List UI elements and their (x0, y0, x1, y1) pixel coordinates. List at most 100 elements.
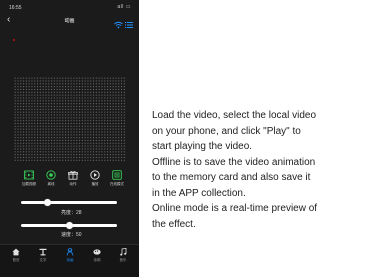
led-pixel (31, 97, 33, 99)
led-pixel (48, 86, 50, 88)
led-pixel (62, 142, 64, 144)
led-pixel (45, 148, 47, 150)
led-pixel (14, 80, 16, 82)
offline-button[interactable]: 离线 (40, 170, 62, 187)
led-pixel (121, 156, 123, 159)
load-video-button[interactable]: 加载视频 (18, 170, 40, 187)
brightness-slider-thumb[interactable] (44, 199, 52, 206)
led-pixel (79, 151, 81, 153)
led-pixel (31, 111, 33, 113)
led-pixel (109, 105, 111, 108)
led-pixel (67, 142, 69, 144)
led-pixel (34, 114, 36, 116)
led-pixel (73, 86, 75, 88)
led-pixel (118, 108, 120, 110)
led-pixel (76, 94, 78, 96)
led-pixel (104, 137, 106, 139)
led-pixel (76, 114, 78, 116)
led-pixel (81, 86, 83, 88)
led-pixel (84, 125, 86, 127)
tab-music[interactable]: 音乐 (110, 248, 136, 263)
action-button[interactable]: 动作 (62, 170, 84, 187)
led-pixel (45, 137, 47, 139)
online-mode-button[interactable]: 在线模式 (106, 170, 128, 187)
led-pixel (39, 117, 41, 119)
led-pixel (34, 142, 36, 144)
led-pixel (53, 128, 55, 130)
led-pixel (73, 105, 75, 108)
led-pixel (56, 148, 58, 150)
led-pixel (28, 131, 30, 133)
led-pixel (23, 100, 25, 102)
led-pixel (42, 80, 44, 82)
led-pixel (93, 122, 95, 125)
led-pixel (59, 137, 61, 139)
tab-animation[interactable]: 动画 (57, 248, 83, 263)
speed-slider[interactable] (21, 222, 117, 229)
led-pixel (87, 142, 89, 144)
led-pixel (28, 91, 30, 93)
led-pixel (101, 105, 103, 108)
led-pixel (14, 103, 16, 105)
led-pixel (81, 83, 83, 85)
led-pixel (28, 86, 30, 88)
tab-home[interactable]: 首页 (3, 248, 29, 263)
wifi-icon[interactable] (114, 16, 123, 34)
led-pixel (73, 134, 75, 136)
led-pixel (56, 100, 58, 102)
led-pixel (73, 91, 75, 93)
led-pixel (20, 151, 22, 153)
nav-bar: ‹ 动画 (0, 14, 139, 29)
led-pixel (76, 91, 78, 93)
play-button[interactable]: 播放 (84, 170, 106, 187)
led-pixel (107, 80, 109, 82)
led-pixel (101, 145, 103, 147)
led-pixel (51, 88, 53, 91)
led-pixel (70, 83, 72, 85)
tab-text[interactable]: 文字 (30, 248, 56, 263)
led-pixel (112, 134, 114, 136)
led-pixel (51, 114, 53, 116)
led-pixel (51, 128, 53, 130)
led-pixel (45, 111, 47, 113)
led-pixel (20, 97, 22, 99)
led-pixel (123, 88, 125, 91)
led-pixel (76, 100, 78, 102)
led-pixel (101, 117, 103, 119)
led-pixel (45, 122, 47, 125)
led-pixel (76, 148, 78, 150)
led-pixel (28, 148, 30, 150)
led-pixel (59, 142, 61, 144)
led-pixel (34, 154, 36, 156)
led-pixel (107, 131, 109, 133)
led-pixel (107, 97, 109, 99)
led-pixel (56, 137, 58, 139)
led-pixel (20, 114, 22, 116)
led-pixel (17, 83, 19, 85)
led-pixel (123, 154, 125, 156)
led-pixel (70, 137, 72, 139)
led-pixel (42, 77, 44, 79)
led-pixel (104, 80, 106, 82)
led-pixel (51, 156, 53, 159)
brightness-slider[interactable] (21, 199, 117, 206)
tab-graffiti[interactable]: 涂鸦 (84, 248, 110, 263)
speed-slider-thumb[interactable] (65, 222, 73, 229)
led-pixel (67, 77, 69, 79)
led-pixel (93, 131, 95, 133)
led-pixel (118, 117, 120, 119)
led-pixel (56, 111, 58, 113)
led-pixel (65, 145, 67, 147)
led-pixel (107, 120, 109, 122)
led-pixel (14, 117, 16, 119)
led-pixel (104, 111, 106, 113)
led-pixel (14, 108, 16, 110)
led-pixel (51, 117, 53, 119)
led-pixel (42, 88, 44, 91)
led-pixel (76, 151, 78, 153)
menu-icon[interactable] (125, 16, 133, 34)
led-pixel (56, 94, 58, 96)
led-pixel (25, 142, 27, 144)
led-pixel (107, 117, 109, 119)
led-pixel (87, 97, 89, 99)
